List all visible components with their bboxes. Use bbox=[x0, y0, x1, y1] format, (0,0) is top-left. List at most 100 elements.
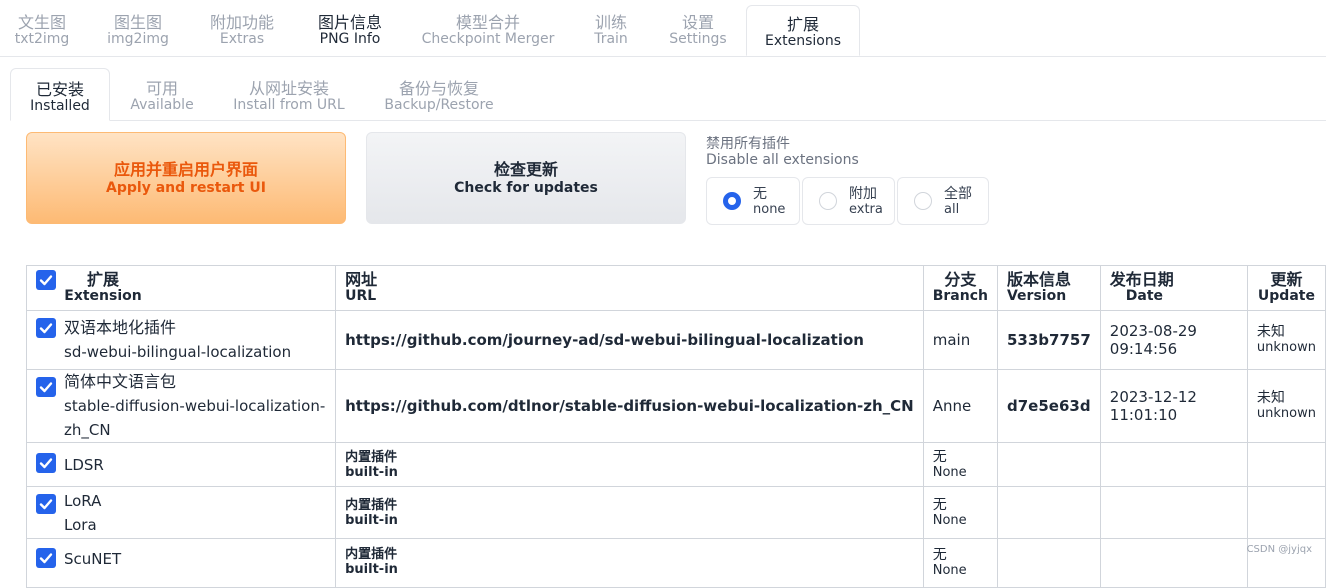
date-cell bbox=[1099, 538, 1248, 588]
table-header-row: 扩展 Extension 网址 URL 分支 Branch 版本信息 Versi… bbox=[25, 265, 1326, 311]
tab-label-cn: 图生图 bbox=[113, 13, 162, 32]
update-status-cn: 未知 bbox=[1256, 324, 1285, 340]
select-all-checkbox[interactable] bbox=[36, 270, 56, 290]
tab-train[interactable]: 训练 Train bbox=[588, 14, 634, 48]
extension-dir: sd-webui-bilingual-localization bbox=[64, 343, 292, 361]
url-cell: 内置插件 built-in bbox=[335, 486, 924, 539]
tab-label-cn: 备份与恢复 bbox=[398, 79, 479, 98]
extension-url-link[interactable]: https://github.com/journey-ad/sd-webui-b… bbox=[345, 331, 864, 349]
builtin-label-en: built-in bbox=[345, 512, 398, 528]
extension-name: 简体中文语言包 bbox=[64, 372, 177, 391]
header-label-en: Update bbox=[1257, 288, 1315, 304]
radio-label: 全部 all bbox=[944, 186, 972, 218]
radio-selected-icon bbox=[723, 192, 741, 210]
header-url: 网址 URL bbox=[335, 265, 924, 311]
builtin-label-cn: 内置插件 bbox=[345, 497, 398, 513]
tab-label-cn: 已安装 bbox=[35, 80, 84, 99]
extension-cell: LDSR bbox=[25, 442, 337, 487]
extension-dir: Lora bbox=[64, 515, 97, 534]
top-tab-bar: 文生图 txt2img 图生图 img2img 附加功能 Extras 图片信息… bbox=[0, 0, 1326, 57]
check-for-updates-button[interactable]: 检查更新 Check for updates bbox=[366, 132, 686, 224]
update-cell bbox=[1246, 442, 1326, 487]
radio-disable-extra[interactable]: 附加 extra bbox=[802, 177, 895, 225]
tab-label-cn: 设置 bbox=[681, 13, 714, 32]
tab-extensions[interactable]: 扩展 Extensions bbox=[746, 5, 860, 56]
tab-install-from-url[interactable]: 从网址安装 Install from URL bbox=[232, 80, 346, 114]
header-label-cn: 版本信息 bbox=[1006, 270, 1071, 289]
extension-enabled-checkbox[interactable] bbox=[36, 494, 56, 514]
tab-txt2img[interactable]: 文生图 txt2img bbox=[14, 14, 70, 48]
radio-disable-all[interactable]: 全部 all bbox=[897, 177, 989, 225]
update-status-en: unknown bbox=[1256, 406, 1316, 421]
tab-label-en: Install from URL bbox=[233, 97, 345, 113]
tab-label-en: PNG Info bbox=[319, 31, 381, 47]
branch-cell: main bbox=[922, 310, 998, 370]
branch-none-cn: 无 bbox=[932, 547, 947, 563]
checkmark-icon bbox=[39, 323, 53, 334]
version-cell bbox=[996, 486, 1101, 539]
disable-label-en: Disable all extensions bbox=[706, 152, 859, 168]
tab-settings[interactable]: 设置 Settings bbox=[666, 14, 730, 48]
update-status-en: unknown bbox=[1256, 340, 1316, 355]
tab-backup-restore[interactable]: 备份与恢复 Backup/Restore bbox=[382, 80, 496, 114]
apply-and-restart-button[interactable]: 应用并重启用户界面 Apply and restart UI bbox=[26, 132, 346, 224]
extension-name: 双语本地化插件 bbox=[64, 318, 177, 337]
version-cell: 533b7757 bbox=[996, 310, 1101, 370]
branch-none-en: None bbox=[932, 563, 967, 578]
header-version: 版本信息 Version bbox=[996, 265, 1101, 311]
url-cell: 内置插件 built-in bbox=[335, 442, 924, 487]
tab-available[interactable]: 可用 Available bbox=[126, 80, 198, 114]
checkmark-icon bbox=[39, 275, 53, 286]
table-row: ScuNET 内置插件 built-in 无 None bbox=[25, 538, 1326, 588]
branch-cell: 无 None bbox=[922, 442, 998, 487]
header-label-cn: 发布日期 bbox=[1109, 270, 1174, 289]
extension-name: ScuNET bbox=[64, 550, 122, 568]
extension-enabled-checkbox[interactable] bbox=[36, 318, 56, 338]
header-update: 更新 Update bbox=[1246, 265, 1326, 311]
builtin-label-cn: 内置插件 bbox=[345, 449, 398, 465]
radio-label-en: extra bbox=[849, 202, 883, 217]
extension-cell: LoRA Lora bbox=[25, 486, 337, 539]
builtin-label-en: built-in bbox=[345, 562, 398, 577]
checkmark-icon bbox=[39, 458, 53, 469]
tab-img2img[interactable]: 图生图 img2img bbox=[106, 14, 170, 48]
radio-label-en: all bbox=[944, 202, 960, 217]
extension-cell: ScuNET bbox=[25, 538, 337, 588]
branch-cell: 无 None bbox=[922, 486, 998, 539]
branch-none-cn: 无 bbox=[932, 496, 947, 513]
tab-checkpoint-merger[interactable]: 模型合并 Checkpoint Merger bbox=[420, 14, 556, 48]
header-extension: 扩展 Extension bbox=[25, 265, 337, 311]
update-cell: 未知 unknown bbox=[1246, 369, 1326, 443]
header-label-en: URL bbox=[345, 288, 377, 304]
table-row: LDSR 内置插件 built-in 无 None bbox=[25, 442, 1326, 487]
radio-unselected-icon bbox=[819, 192, 837, 210]
radio-disable-none[interactable]: 无 none bbox=[706, 177, 800, 225]
tab-label-cn: 训练 bbox=[594, 13, 627, 32]
date-cell bbox=[1099, 442, 1248, 487]
url-cell: 内置插件 built-in bbox=[335, 538, 924, 588]
date-cell bbox=[1099, 486, 1248, 539]
tab-label-cn: 从网址安装 bbox=[248, 79, 329, 98]
tab-label-en: Backup/Restore bbox=[384, 97, 494, 113]
branch-cell: Anne bbox=[922, 369, 998, 443]
header-label-cn: 分支 bbox=[944, 270, 977, 289]
date-cell: 2023-08-29 09:14:56 bbox=[1099, 310, 1248, 370]
tab-label-en: Extensions bbox=[764, 33, 842, 49]
apply-button-label-cn: 应用并重启用户界面 bbox=[113, 160, 258, 179]
branch-cell: 无 None bbox=[922, 538, 998, 588]
radio-label-cn: 无 bbox=[753, 186, 767, 202]
tab-extras[interactable]: 附加功能 Extras bbox=[206, 14, 278, 48]
tab-label-en: Train bbox=[594, 31, 628, 47]
tab-png-info[interactable]: 图片信息 PNG Info bbox=[312, 14, 388, 48]
builtin-label-en: built-in bbox=[345, 464, 398, 480]
extension-enabled-checkbox[interactable] bbox=[36, 377, 56, 397]
radio-label-en: none bbox=[753, 202, 786, 217]
extension-enabled-checkbox[interactable] bbox=[36, 548, 56, 568]
branch-none-cn: 无 bbox=[932, 448, 947, 465]
tab-label-en: Checkpoint Merger bbox=[421, 31, 555, 47]
tab-installed[interactable]: 已安装 Installed bbox=[10, 68, 110, 121]
extension-cell: 简体中文语言包 stable-diffusion-webui-localizat… bbox=[25, 369, 337, 443]
extension-enabled-checkbox[interactable] bbox=[36, 453, 56, 473]
table-row: 双语本地化插件 sd-webui-bilingual-localization … bbox=[25, 310, 1326, 370]
extension-url-link[interactable]: https://github.com/dtlnor/stable-diffusi… bbox=[345, 397, 914, 415]
